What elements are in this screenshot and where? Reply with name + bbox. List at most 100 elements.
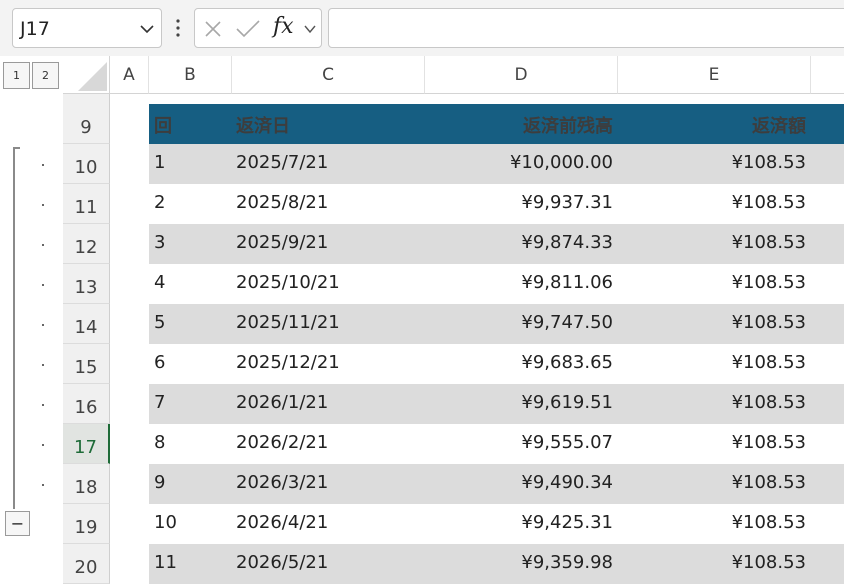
- cell-payment: ¥108.53: [731, 152, 806, 173]
- table-row[interactable]: 9 2026/3/21 ¥9,490.34 ¥108.53: [149, 464, 844, 504]
- cell-payment: ¥108.53: [731, 192, 806, 213]
- cell-payment: ¥108.53: [731, 512, 806, 533]
- row-header[interactable]: 17: [63, 424, 110, 464]
- cell-no: 6: [154, 352, 166, 373]
- column-header-a[interactable]: A: [110, 56, 149, 94]
- row-header[interactable]: 15: [63, 344, 110, 384]
- insert-function-icon[interactable]: fx: [273, 14, 294, 39]
- cell-date: 2025/9/21: [236, 232, 329, 253]
- row-header[interactable]: 18: [63, 464, 110, 504]
- outline-group-bracket-top: [13, 147, 20, 149]
- chevron-down-icon[interactable]: [303, 23, 317, 35]
- row-header[interactable]: 20: [63, 544, 110, 584]
- name-box-value: J17: [20, 18, 50, 40]
- cell-date: 2025/8/21: [236, 192, 329, 213]
- column-header-next[interactable]: [811, 56, 844, 94]
- cell-date: 2026/2/21: [236, 432, 329, 453]
- cell-date: 2026/5/21: [236, 552, 329, 573]
- outline-dot: [42, 484, 44, 486]
- table-row[interactable]: 11 2026/5/21 ¥9,359.98 ¥108.53: [149, 544, 844, 584]
- table-row[interactable]: 7 2026/1/21 ¥9,619.51 ¥108.53: [149, 384, 844, 424]
- formula-input[interactable]: [328, 8, 844, 48]
- table-row[interactable]: 3 2025/9/21 ¥9,874.33 ¥108.53: [149, 224, 844, 264]
- cell-payment: ¥108.53: [731, 272, 806, 293]
- cell-date: 2026/3/21: [236, 472, 329, 493]
- cell-date: 2025/12/21: [236, 352, 340, 373]
- cell-balance: ¥10,000.00: [509, 152, 613, 173]
- outline-level-2-button[interactable]: 2: [32, 62, 59, 89]
- table-row[interactable]: 10 2026/4/21 ¥9,425.31 ¥108.53: [149, 504, 844, 544]
- outline-dot: [42, 284, 44, 286]
- chevron-down-icon[interactable]: [139, 21, 155, 37]
- cell-no: 8: [154, 432, 166, 453]
- cell-no: 4: [154, 272, 166, 293]
- formula-bar-area: J17 fx: [0, 0, 844, 56]
- outline-dot: [42, 204, 44, 206]
- cell-balance: ¥9,359.98: [521, 552, 613, 573]
- cell-no: 5: [154, 312, 166, 333]
- cell-payment: ¥108.53: [731, 352, 806, 373]
- enter-check-icon[interactable]: [235, 19, 261, 39]
- header-payment: 返済額: [752, 116, 806, 137]
- header-no: 回: [154, 116, 172, 137]
- column-header-d[interactable]: D: [425, 56, 618, 94]
- header-date: 返済日: [236, 116, 290, 137]
- select-all-corner[interactable]: [63, 56, 110, 94]
- cell-date: 2026/4/21: [236, 512, 329, 533]
- cancel-icon[interactable]: [203, 19, 223, 39]
- outline-dot: [42, 404, 44, 406]
- outline-group-bracket: [13, 147, 15, 509]
- row-header[interactable]: 14: [63, 304, 110, 344]
- table-row[interactable]: 5 2025/11/21 ¥9,747.50 ¥108.53: [149, 304, 844, 344]
- more-options-icon[interactable]: [173, 17, 183, 39]
- cell-no: 3: [154, 232, 166, 253]
- cell-balance: ¥9,490.34: [521, 472, 613, 493]
- header-balance: 返済前残高: [523, 116, 613, 137]
- cell-balance: ¥9,425.31: [521, 512, 613, 533]
- cell-no: 7: [154, 392, 166, 413]
- cell-date: 2025/10/21: [236, 272, 340, 293]
- row-header[interactable]: 9: [63, 94, 110, 144]
- cell-payment: ¥108.53: [731, 392, 806, 413]
- spacer-row: [149, 94, 844, 104]
- outline-dot: [42, 164, 44, 166]
- cell-no: 1: [154, 152, 166, 173]
- outline-collapse-button[interactable]: −: [5, 511, 30, 536]
- row-header[interactable]: 10: [63, 144, 110, 184]
- table-row[interactable]: 8 2026/2/21 ¥9,555.07 ¥108.53: [149, 424, 844, 464]
- cell-payment: ¥108.53: [731, 552, 806, 573]
- table-header-row[interactable]: 回 返済日 返済前残高 返済額: [149, 104, 844, 144]
- row-header[interactable]: 11: [63, 184, 110, 224]
- cell-balance: ¥9,619.51: [521, 392, 613, 413]
- cell-payment: ¥108.53: [731, 472, 806, 493]
- row-header[interactable]: 12: [63, 224, 110, 264]
- table-row[interactable]: 4 2025/10/21 ¥9,811.06 ¥108.53: [149, 264, 844, 304]
- row-header[interactable]: 13: [63, 264, 110, 304]
- cell-balance: ¥9,811.06: [521, 272, 613, 293]
- outline-gutter: [0, 94, 63, 567]
- table-row[interactable]: 1 2025/7/21 ¥10,000.00 ¥108.53: [149, 144, 844, 184]
- name-box[interactable]: J17: [12, 8, 162, 48]
- table-row[interactable]: 6 2025/12/21 ¥9,683.65 ¥108.53: [149, 344, 844, 384]
- cell-balance: ¥9,683.65: [521, 352, 613, 373]
- row-header[interactable]: 19: [63, 504, 110, 544]
- table-row[interactable]: 2 2025/8/21 ¥9,937.31 ¥108.53: [149, 184, 844, 224]
- row-header[interactable]: 16: [63, 384, 110, 424]
- outline-dot: [42, 244, 44, 246]
- outline-dot: [42, 364, 44, 366]
- column-a-cells[interactable]: [110, 94, 149, 567]
- cell-date: 2025/7/21: [236, 152, 329, 173]
- column-header-c[interactable]: C: [232, 56, 425, 94]
- cell-no: 9: [154, 472, 166, 493]
- column-header-b[interactable]: B: [149, 56, 232, 94]
- cell-payment: ¥108.53: [731, 232, 806, 253]
- cell-balance: ¥9,747.50: [521, 312, 613, 333]
- outline-dot: [42, 324, 44, 326]
- cell-payment: ¥108.53: [731, 432, 806, 453]
- cell-date: 2026/1/21: [236, 392, 329, 413]
- cell-balance: ¥9,874.33: [521, 232, 613, 253]
- outline-level-1-button[interactable]: 1: [3, 62, 30, 89]
- cell-balance: ¥9,555.07: [521, 432, 613, 453]
- cell-date: 2025/11/21: [236, 312, 340, 333]
- column-header-e[interactable]: E: [618, 56, 811, 94]
